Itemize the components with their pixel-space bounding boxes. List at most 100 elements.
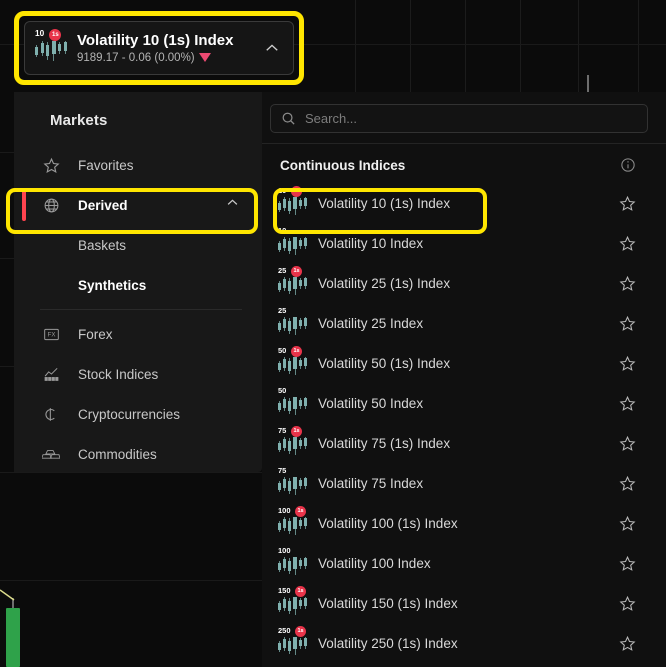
market-name: Volatility 150 (1s) Index bbox=[318, 595, 458, 611]
market-icon: 25 bbox=[278, 306, 310, 338]
icon-1s-badge: 1s bbox=[291, 266, 302, 277]
commodities-icon bbox=[40, 444, 62, 464]
market-icon: 75 1s bbox=[278, 426, 310, 458]
market-icon: 10 bbox=[278, 226, 310, 258]
icon-index-number: 50 bbox=[278, 346, 287, 355]
fx-icon: FX bbox=[40, 324, 62, 344]
market-icon: 10 1s bbox=[278, 186, 310, 218]
info-icon[interactable] bbox=[620, 157, 636, 173]
market-icon: 75 bbox=[278, 467, 310, 498]
icon-candlesticks bbox=[278, 637, 309, 657]
sidebar-subitem-label: Synthetics bbox=[78, 277, 147, 293]
sidebar-subitem-baskets[interactable]: Baskets bbox=[14, 225, 262, 265]
icon-index-number: 75 bbox=[278, 426, 287, 435]
market-name: Volatility 100 Index bbox=[318, 555, 431, 571]
market-icon: 150 1s bbox=[278, 586, 310, 618]
sidebar-item-label: Commodities bbox=[78, 446, 157, 462]
sidebar-item-stock-indices[interactable]: Stock Indices bbox=[14, 354, 262, 394]
market-row[interactable]: 75 Volatility 75 Index bbox=[262, 463, 666, 503]
icon-candlesticks bbox=[278, 557, 309, 577]
section-header: Continuous Indices bbox=[262, 144, 666, 183]
chevron-up-icon[interactable] bbox=[263, 39, 283, 57]
sidebar-item-forex[interactable]: FX Forex bbox=[14, 314, 262, 354]
icon-index-number: 50 bbox=[278, 386, 287, 395]
star-outline-icon[interactable] bbox=[619, 355, 636, 372]
icon-candlesticks bbox=[278, 357, 309, 377]
market-icon: 100 bbox=[278, 546, 310, 578]
app-root: Markets Favorites Derived Baskets Synthe… bbox=[0, 0, 666, 667]
crypto-icon bbox=[40, 404, 62, 424]
star-outline-icon[interactable] bbox=[619, 555, 636, 572]
market-name: Volatility 50 Index bbox=[318, 395, 424, 411]
market-row[interactable]: 50 Volatility 50 Index bbox=[262, 383, 666, 423]
market-row[interactable]: 25 1s Volatility 25 (1s) Index bbox=[262, 263, 666, 303]
icon-index-number: 25 bbox=[278, 306, 287, 315]
stock-chart-icon bbox=[40, 364, 62, 384]
star-outline-icon[interactable] bbox=[619, 475, 636, 492]
market-name: Volatility 75 Index bbox=[318, 475, 424, 491]
sidebar-item-favorites[interactable]: Favorites bbox=[14, 145, 262, 185]
star-outline-icon[interactable] bbox=[619, 275, 636, 292]
market-row[interactable]: 150 1s Volatility 150 (1s) Index bbox=[262, 583, 666, 623]
sidebar-item-derived[interactable]: Derived bbox=[14, 185, 262, 225]
market-icon: 50 bbox=[278, 386, 310, 418]
instrument-text: Volatility 10 (1s) Index 9189.17 - 0.06 … bbox=[77, 32, 263, 64]
price-change-value: 9189.17 - 0.06 (0.00%) bbox=[77, 51, 195, 64]
icon-candlesticks bbox=[278, 597, 309, 617]
search-box[interactable] bbox=[270, 104, 648, 133]
market-name: Volatility 75 (1s) Index bbox=[318, 435, 451, 451]
icon-1s-badge: 1s bbox=[291, 186, 302, 197]
markets-list-panel: Continuous Indices 10 1s Volatility 10 (1s… bbox=[262, 92, 666, 667]
market-name: Volatility 50 (1s) Index bbox=[318, 355, 451, 371]
market-icon: 50 1s bbox=[278, 346, 310, 378]
icon-index-number: 250 bbox=[278, 626, 291, 635]
icon-candlesticks bbox=[278, 197, 309, 217]
star-icon bbox=[40, 155, 62, 175]
sidebar-item-label: Cryptocurrencies bbox=[78, 406, 181, 422]
icon-index-number: 25 bbox=[278, 266, 287, 275]
star-outline-icon[interactable] bbox=[619, 395, 636, 412]
search-input[interactable] bbox=[305, 111, 637, 126]
star-outline-icon[interactable] bbox=[619, 595, 636, 612]
instrument-selector[interactable]: 10 1s Volatility 10 (1s) Index 9189.17 - … bbox=[24, 21, 294, 75]
star-outline-icon[interactable] bbox=[619, 315, 636, 332]
icon-index-number: 10 bbox=[35, 29, 45, 38]
market-row[interactable]: 100 1s Volatility 100 (1s) Index bbox=[262, 503, 666, 543]
sidebar-item-cryptocurrencies[interactable]: Cryptocurrencies bbox=[14, 394, 262, 434]
sidebar-item-label: Favorites bbox=[78, 157, 134, 173]
icon-1s-badge: 1s bbox=[295, 586, 306, 597]
star-outline-icon[interactable] bbox=[619, 515, 636, 532]
market-row[interactable]: 50 1s Volatility 50 (1s) Index bbox=[262, 343, 666, 383]
star-outline-icon[interactable] bbox=[619, 235, 636, 252]
icon-candlesticks bbox=[278, 437, 309, 457]
icon-1s-badge: 1s bbox=[49, 29, 62, 42]
market-row[interactable]: 250 1s Volatility 250 (1s) Index bbox=[262, 623, 666, 663]
market-row[interactable]: 10 1s Volatility 10 (1s) Index bbox=[262, 183, 666, 223]
star-outline-icon[interactable] bbox=[619, 635, 636, 652]
icon-candlesticks bbox=[35, 40, 69, 63]
icon-index-number: 100 bbox=[278, 546, 291, 555]
market-row[interactable]: 75 1s Volatility 75 (1s) Index bbox=[262, 423, 666, 463]
icon-index-number: 10 bbox=[278, 186, 287, 195]
market-row[interactable]: 25 Volatility 25 Index bbox=[262, 303, 666, 343]
market-name: Volatility 10 (1s) Index bbox=[318, 195, 451, 211]
market-name: Volatility 10 Index bbox=[318, 235, 424, 251]
icon-candlesticks bbox=[278, 397, 309, 417]
star-outline-icon[interactable] bbox=[619, 195, 636, 212]
market-name: Volatility 250 (1s) Index bbox=[318, 635, 458, 651]
svg-text:FX: FX bbox=[47, 331, 55, 338]
icon-index-number: 10 bbox=[278, 226, 287, 235]
market-row[interactable]: 100 Volatility 100 Index bbox=[262, 543, 666, 583]
icon-candlesticks bbox=[278, 517, 309, 537]
icon-index-number: 100 bbox=[278, 506, 291, 515]
star-outline-icon[interactable] bbox=[619, 435, 636, 452]
chevron-up-icon[interactable] bbox=[225, 195, 240, 215]
market-name: Volatility 25 Index bbox=[318, 315, 424, 331]
sidebar-item-commodities[interactable]: Commodities bbox=[14, 434, 262, 474]
market-row[interactable]: 10 Volatility 10 Index bbox=[262, 223, 666, 263]
icon-1s-badge: 1s bbox=[295, 506, 306, 517]
sidebar-subitem-synthetics[interactable]: Synthetics bbox=[14, 265, 262, 305]
sidebar-item-label: Stock Indices bbox=[78, 366, 159, 382]
sidebar-divider bbox=[40, 309, 242, 310]
icon-1s-badge: 1s bbox=[291, 426, 302, 437]
